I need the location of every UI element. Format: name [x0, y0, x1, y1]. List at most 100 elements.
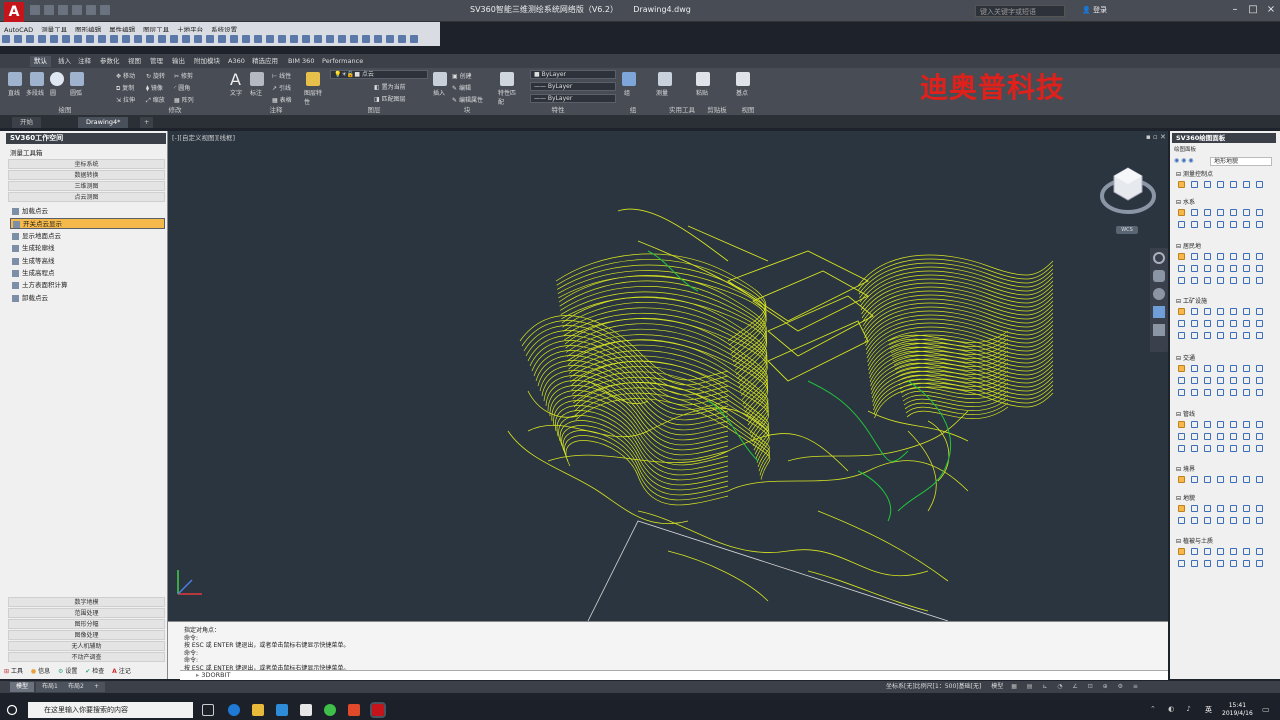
- map-symbol-icon[interactable]: [1178, 560, 1185, 567]
- property-survey-button[interactable]: 不动产调查: [8, 652, 165, 662]
- ribbon-group-label[interactable]: 视图: [734, 104, 762, 114]
- ribbon-tab[interactable]: 注释: [74, 56, 95, 67]
- tool-icon[interactable]: [182, 35, 190, 43]
- measure-icon[interactable]: [658, 72, 672, 86]
- rotate-button[interactable]: ↻ 旋转: [146, 71, 165, 80]
- map-symbol-icon[interactable]: [1230, 320, 1237, 327]
- ribbon-group-label[interactable]: 剪贴板: [702, 104, 732, 114]
- map-symbol-icon[interactable]: [1191, 517, 1198, 524]
- tab-settings[interactable]: ⚙ 设置: [58, 668, 77, 675]
- ribbon-group-label[interactable]: 修改: [150, 104, 200, 114]
- map-symbol-icon[interactable]: [1204, 377, 1211, 384]
- map-symbol-icon[interactable]: [1191, 505, 1198, 512]
- map-symbol-icon[interactable]: [1191, 421, 1198, 428]
- map-symbol-icon[interactable]: [1178, 320, 1185, 327]
- tool-item[interactable]: 生成轮廓线: [10, 243, 165, 254]
- map-symbol-icon[interactable]: [1191, 253, 1198, 260]
- map-symbol-icon[interactable]: [1217, 265, 1224, 272]
- map-symbol-icon[interactable]: [1191, 560, 1198, 567]
- make-current-button[interactable]: ◧ 置为当前: [374, 82, 406, 91]
- tool-icon[interactable]: [2, 35, 10, 43]
- map-symbol-icon[interactable]: [1178, 377, 1185, 384]
- map-symbol-icon[interactable]: [1243, 505, 1250, 512]
- layer-properties-button[interactable]: 图层特性: [304, 88, 324, 106]
- map-symbol-icon[interactable]: [1204, 265, 1211, 272]
- drawing-viewport[interactable]: [168, 131, 1168, 622]
- map-symbol-icon[interactable]: [1256, 476, 1263, 483]
- tool-icon[interactable]: [242, 35, 250, 43]
- copy-button[interactable]: ⧉ 复制: [116, 83, 134, 93]
- ribbon-tab[interactable]: 默认: [30, 56, 51, 67]
- map-symbol-icon[interactable]: [1217, 221, 1224, 228]
- map-sheet-button[interactable]: 图形分幅: [8, 619, 165, 629]
- map-symbol-icon[interactable]: [1230, 445, 1237, 452]
- map-symbol-icon[interactable]: [1243, 253, 1250, 260]
- map-symbol-icon[interactable]: [1256, 332, 1263, 339]
- map-symbol-icon[interactable]: [1178, 548, 1185, 555]
- map-symbol-icon[interactable]: [1243, 332, 1250, 339]
- map-symbol-icon[interactable]: [1217, 505, 1224, 512]
- collapse-icon[interactable]: ⊟: [1176, 298, 1183, 305]
- map-symbol-icon[interactable]: [1256, 365, 1263, 372]
- tool-item[interactable]: 生成等高线: [10, 256, 165, 267]
- map-symbol-icon[interactable]: [1230, 253, 1237, 260]
- autocad-taskbar-icon[interactable]: [370, 702, 386, 718]
- map-symbol-icon[interactable]: [1178, 308, 1185, 315]
- map-symbol-icon[interactable]: [1204, 476, 1211, 483]
- paste-button[interactable]: 粘贴: [696, 88, 708, 97]
- tab-model[interactable]: 模型: [10, 682, 35, 692]
- map-symbol-icon[interactable]: [1217, 320, 1224, 327]
- map-symbol-icon[interactable]: [1204, 308, 1211, 315]
- tab-info[interactable]: ● 信息: [31, 668, 50, 675]
- quick-print-icon[interactable]: [72, 5, 82, 15]
- ribbon-group-label[interactable]: 特性: [540, 104, 576, 114]
- map-symbol-icon[interactable]: [1178, 181, 1185, 188]
- map-symbol-icon[interactable]: [1243, 209, 1250, 216]
- palette-category-select[interactable]: 地形地貌: [1210, 157, 1272, 166]
- map-symbol-icon[interactable]: [1204, 560, 1211, 567]
- map-symbol-icon[interactable]: [1178, 433, 1185, 440]
- steering-wheel-icon[interactable]: [1153, 252, 1165, 264]
- ribbon-tab[interactable]: 管理: [146, 56, 167, 67]
- pan-icon[interactable]: [1153, 270, 1165, 282]
- tool-icon[interactable]: [350, 35, 358, 43]
- create-block-button[interactable]: ▣ 创建: [452, 71, 472, 80]
- map-symbol-icon[interactable]: [1243, 389, 1250, 396]
- map-symbol-icon[interactable]: [1256, 265, 1263, 272]
- tool-icon[interactable]: [62, 35, 70, 43]
- autocad-logo-icon[interactable]: A: [4, 2, 24, 22]
- map-symbol-icon[interactable]: [1191, 181, 1198, 188]
- map-symbol-icon[interactable]: [1191, 476, 1198, 483]
- map-symbol-icon[interactable]: [1204, 389, 1211, 396]
- map-symbol-icon[interactable]: [1191, 365, 1198, 372]
- edit-attribute-button[interactable]: ✎ 编辑属性: [452, 95, 483, 104]
- group-icon[interactable]: [622, 72, 636, 86]
- image-process-button[interactable]: 图像处理: [8, 630, 165, 640]
- map-symbol-icon[interactable]: [1178, 476, 1185, 483]
- map-symbol-icon[interactable]: [1204, 421, 1211, 428]
- map-symbol-icon[interactable]: [1256, 389, 1263, 396]
- map-symbol-icon[interactable]: [1217, 433, 1224, 440]
- tab-layout2[interactable]: 布局2: [62, 682, 90, 692]
- trim-button[interactable]: ✂ 修剪: [174, 71, 193, 80]
- map-symbol-icon[interactable]: [1178, 209, 1185, 216]
- map-symbol-icon[interactable]: [1243, 277, 1250, 284]
- collapse-icon[interactable]: ⊟: [1176, 355, 1183, 362]
- map-symbol-icon[interactable]: [1217, 308, 1224, 315]
- tab-drawing4[interactable]: Drawing4*: [78, 117, 129, 128]
- redo-icon[interactable]: [100, 5, 110, 15]
- map-symbol-icon[interactable]: [1230, 389, 1237, 396]
- map-symbol-icon[interactable]: [1191, 433, 1198, 440]
- map-symbol-icon[interactable]: [1217, 181, 1224, 188]
- dtm-button[interactable]: 数字地模: [8, 597, 165, 607]
- close-button[interactable]: ×: [1262, 2, 1280, 18]
- map-symbol-icon[interactable]: [1256, 445, 1263, 452]
- map-symbol-icon[interactable]: [1191, 277, 1198, 284]
- map-symbol-icon[interactable]: [1243, 320, 1250, 327]
- map-symbol-icon[interactable]: [1191, 445, 1198, 452]
- map-symbol-icon[interactable]: [1178, 445, 1185, 452]
- map-symbol-icon[interactable]: [1178, 365, 1185, 372]
- quick-new-icon[interactable]: [30, 5, 40, 15]
- map-symbol-icon[interactable]: [1230, 277, 1237, 284]
- map-symbol-icon[interactable]: [1217, 476, 1224, 483]
